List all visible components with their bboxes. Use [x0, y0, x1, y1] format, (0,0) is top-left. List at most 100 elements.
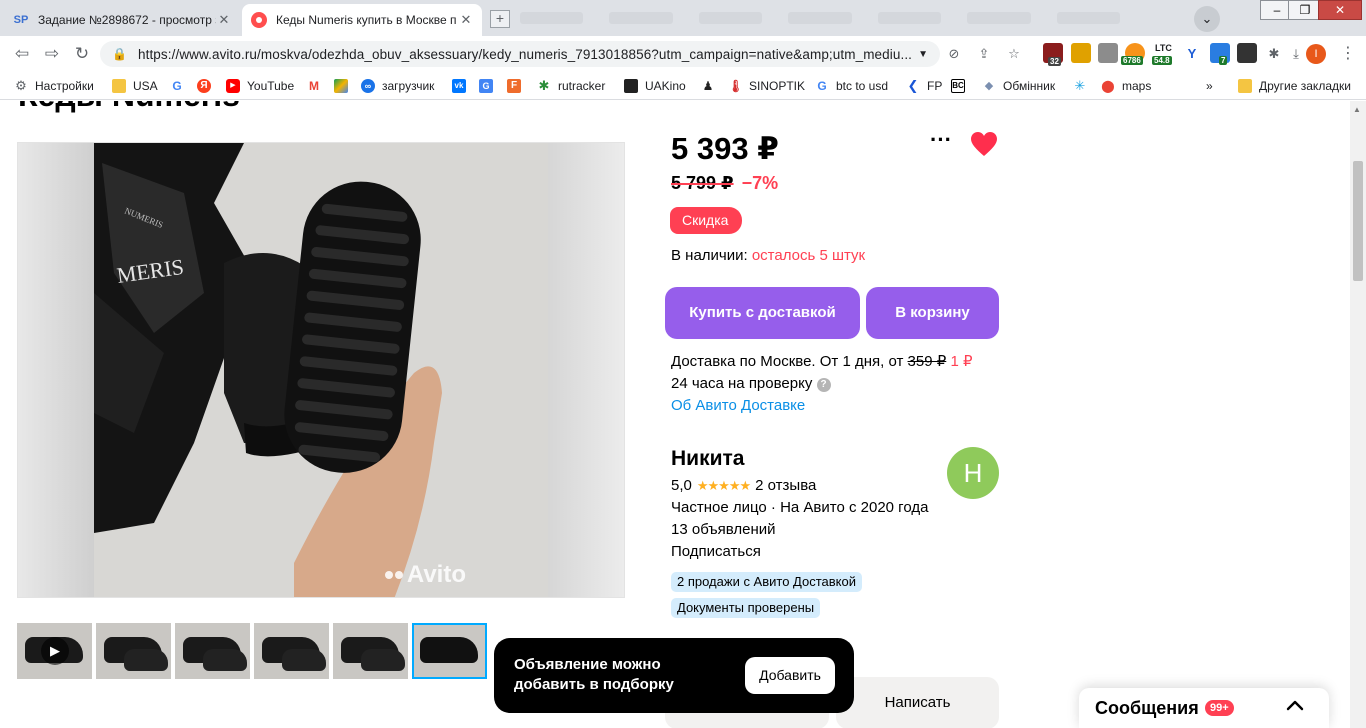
write-message-button[interactable]: Написать [836, 677, 999, 728]
extensions-puzzle-icon[interactable]: ✱ [1264, 44, 1284, 64]
help-question-icon[interactable]: ? [816, 378, 831, 392]
tab-search-chevron-icon[interactable]: ⌄ [1194, 6, 1220, 32]
f-icon: F [507, 79, 521, 93]
rutracker-icon: ✱ [537, 78, 551, 93]
bookmark-other[interactable]: Другие закладки [1238, 77, 1351, 95]
browser-menu-icon[interactable]: ⋮ [1340, 44, 1356, 64]
new-tab-button[interactable]: + [490, 10, 510, 28]
bookmark-gmail[interactable]: M [307, 77, 328, 95]
extension-badge: 32 [1048, 57, 1061, 66]
avito-delivery-link[interactable]: Об Авито Доставке [671, 395, 973, 417]
seller-name[interactable]: Никита [671, 447, 744, 471]
bookmark-drive[interactable] [334, 77, 355, 95]
avito-logo-icon [384, 571, 403, 579]
more-options-icon[interactable]: ··· [928, 129, 954, 157]
close-tab-icon[interactable]: ✕ [458, 12, 474, 28]
reviews-link[interactable]: 2 отзыва [755, 477, 816, 494]
bookmark-sinoptik[interactable]: 🌡 SINOPTIK [728, 77, 805, 95]
thumbnail[interactable] [333, 623, 408, 679]
bookmark-usa[interactable]: USA [112, 77, 158, 95]
play-icon: ▶ [41, 637, 69, 665]
rating-stars-icon: ★★★★★ [696, 477, 751, 493]
forward-icon[interactable]: ⇨ [40, 42, 64, 66]
background-tabs [520, 8, 1120, 28]
bookmark-star-icon[interactable]: ☆ [1004, 44, 1024, 64]
thumbnail-strip: ▶ [17, 623, 487, 679]
extension-v-icon[interactable]: Y [1182, 44, 1202, 64]
yandex-icon: Я [197, 79, 211, 93]
extension-vpn-icon[interactable] [1071, 43, 1091, 63]
chevron-up-icon[interactable] [1283, 694, 1307, 718]
reload-icon[interactable]: ↻ [70, 42, 94, 66]
delivery-old-price: 359 ₽ [907, 353, 947, 370]
thumbnail[interactable] [96, 623, 171, 679]
favorite-heart-icon[interactable] [970, 131, 1000, 159]
bc-icon: BC [951, 79, 965, 93]
photo-gallery[interactable]: MERIS NUMERIS Avito [17, 142, 625, 598]
thumbnail[interactable] [175, 623, 250, 679]
seller-ads-count[interactable]: 13 объявлений [671, 521, 776, 538]
ltc-badge: 54.8 [1152, 56, 1172, 65]
close-tab-icon[interactable]: ✕ [216, 12, 232, 28]
page-scrollbar[interactable]: ▲ [1350, 101, 1366, 728]
buy-with-delivery-button[interactable]: Купить с доставкой [665, 287, 860, 339]
seller-avatar[interactable]: Н [947, 447, 999, 499]
delivery-info: Доставка по Москве. От 1 дня, от 359 ₽ 1… [671, 351, 973, 417]
bookmark-fp[interactable]: ❮ FP [906, 77, 942, 95]
share-icon[interactable]: ⇪ [974, 44, 994, 64]
add-to-cart-button[interactable]: В корзину [866, 287, 999, 339]
bookmark-google[interactable]: G [170, 77, 191, 95]
thumbnail-image [203, 649, 247, 671]
gallery-blur-right [548, 143, 624, 597]
main-photo[interactable]: MERIS NUMERIS Avito [94, 143, 550, 597]
address-url: https://www.avito.ru/moskva/odezhda_obuv… [138, 46, 913, 62]
bookmark-star[interactable]: ✳ [1073, 77, 1094, 95]
avito-watermark: Avito [384, 561, 466, 589]
tab-task[interactable]: SP Задание №2898672 - просмотр з ✕ [4, 4, 240, 36]
thumbnail-image [124, 649, 168, 671]
bookmark-youtube[interactable]: ▶ YouTube [226, 77, 294, 95]
bookmark-bc[interactable]: BC [951, 77, 972, 95]
extension-briefcase-icon[interactable] [1098, 43, 1118, 63]
address-dropdown-icon[interactable]: ▼ [918, 49, 928, 60]
folder-icon [112, 79, 126, 93]
thumbnail-selected[interactable] [412, 623, 487, 679]
bookmarks-overflow[interactable]: » [1206, 77, 1213, 95]
close-window-button[interactable]: ✕ [1318, 0, 1362, 20]
bookmark-f[interactable]: F [507, 77, 528, 95]
thumbnail-video[interactable]: ▶ [17, 623, 92, 679]
bookmark-exchanger[interactable]: ◆ Обмінник [982, 77, 1055, 95]
extension-badge: 7 [1219, 56, 1228, 65]
scrollbar-thumb[interactable] [1353, 161, 1363, 281]
vk-icon: vk [452, 79, 466, 93]
avito-favicon-icon [250, 11, 268, 29]
bookmark-maps[interactable]: ⬤ maps [1101, 77, 1151, 95]
diamond-icon: ◆ [982, 79, 996, 93]
thumbnail[interactable] [254, 623, 329, 679]
bookmark-rutracker[interactable]: ✱ rutracker [537, 77, 605, 95]
bookmark-loader[interactable]: ∞ загрузчик [361, 77, 434, 95]
tab-title: Задание №2898672 - просмотр з [38, 13, 216, 27]
bookmark-vk[interactable]: vk [452, 77, 473, 95]
tab-avito[interactable]: Кеды Numeris купить в Москве п ✕ [242, 4, 482, 36]
person-icon: ♟ [701, 79, 715, 93]
back-icon[interactable]: ⇦ [10, 42, 34, 66]
bookmark-person[interactable]: ♟ [701, 77, 722, 95]
toast-message: Объявление можно добавить в подборку [514, 656, 674, 693]
block-icon[interactable]: ⊘ [944, 44, 964, 64]
messages-panel[interactable]: Сообщения 99+ [1079, 688, 1329, 728]
maximize-button[interactable]: ❐ [1288, 0, 1322, 20]
bookmark-uakino[interactable]: UAKino [624, 77, 686, 95]
scroll-up-arrow-icon[interactable]: ▲ [1353, 105, 1361, 114]
profile-avatar[interactable]: I [1306, 44, 1326, 64]
bookmark-translate[interactable]: G [479, 77, 500, 95]
address-bar[interactable]: 🔒 https://www.avito.ru/moskva/odezhda_ob… [100, 41, 940, 67]
toast-add-button[interactable]: Добавить [745, 657, 835, 694]
bookmark-settings[interactable]: ⚙ Настройки [14, 77, 94, 95]
extension-terminal-icon[interactable] [1237, 43, 1257, 63]
subscribe-link[interactable]: Подписаться [671, 543, 761, 560]
bookmark-yandex[interactable]: Я [197, 77, 218, 95]
bookmark-btc-usd[interactable]: Gbtc to usd [815, 77, 888, 95]
thermometer-icon: 🌡 [728, 79, 744, 93]
downloads-icon[interactable]: ⤓ [1286, 44, 1306, 64]
